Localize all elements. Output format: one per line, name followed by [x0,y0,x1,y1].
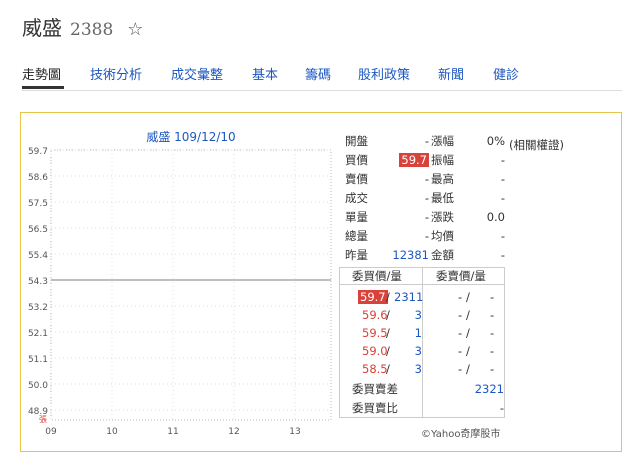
tab-dividend-policy[interactable]: 股利政策 [358,64,410,83]
bid-ask-diff-label: 委買賣差 [352,382,398,396]
bid-price-3: 59.5 [362,326,388,340]
tab-news[interactable]: 新聞 [438,64,464,83]
order-book: 委買價/量 委賣價/量 59.7 / 2311 59.6 / 3 59.5 / … [339,267,505,418]
quote-panel: 威盛 109/12/10 59.7 58.6 57.5 56.5 55.4 54.3 53.2… [20,112,622,452]
y-tick-label: 59.7 [28,147,48,157]
stock-header: 威盛 2388 ☆ [22,12,143,42]
bid-ask-diff-value: 2321 [474,382,504,396]
plot-border [50,149,332,421]
bid-price-5: 58.5 [362,362,388,376]
bid-slash-3: / [386,326,390,340]
x-tick-label: 13 [289,427,300,437]
tab-trade-summary[interactable]: 成交彙整 [171,64,223,83]
y-tick-label: 51.1 [28,355,48,365]
bid-price-highlight: 59.7 [399,153,429,167]
ask-price-2: - [458,308,463,322]
y-tick-label: 58.6 [28,173,48,183]
tab-bar: 走勢圖 技術分析 成交彙整 基本 籌碼 股利政策 新聞 健診 [22,60,622,91]
volume-unit-label: 張 [39,415,47,424]
bid-slash-1: / [386,290,390,304]
tab-basic[interactable]: 基本 [252,64,278,83]
ask-header: 委賣價/量 [436,269,486,283]
bid-slash-5: / [386,362,390,376]
ask-slash-4: / [466,344,470,358]
bid-vol-3: 1 [414,326,422,340]
x-tick-label: 10 [106,427,118,437]
ask-slash-3: / [466,326,470,340]
stock-name: 威盛 [22,16,62,40]
ask-vol-4: - [490,344,495,358]
ask-vol-3: - [490,326,495,340]
ask-price-5: - [458,362,463,376]
stock-code: 2388 [70,20,114,40]
x-tick-label: 11 [167,427,178,437]
ask-slash-5: / [466,362,470,376]
bid-slash-2: / [386,308,390,322]
bid-ask-ratio-label: 委買賣比 [352,401,398,415]
tab-chips[interactable]: 籌碼 [305,64,331,83]
tab-technical-analysis[interactable]: 技術分析 [90,64,142,83]
bid-header: 委買價/量 [352,269,402,283]
ask-slash-1: / [466,290,470,304]
bid-price-2: 59.6 [362,308,388,322]
ask-slash-2: / [466,308,470,322]
tab-health-check[interactable]: 健診 [493,64,519,83]
active-tab-indicator [22,86,64,89]
x-tick-label: 09 [45,427,57,437]
y-tick-label: 56.5 [28,225,48,235]
y-tick-label: 52.1 [28,329,48,339]
y-tick-label: 50.0 [28,381,48,391]
ask-price-3: - [458,326,463,340]
bid-vol-2: 3 [414,308,422,322]
ask-vol-5: - [490,362,495,376]
ask-price-1: - [458,290,463,304]
ask-vol-2: - [490,308,495,322]
x-tick-label: 12 [228,427,239,437]
bid-price-4: 59.0 [362,344,388,358]
yahoo-credit: ©Yahoo奇摩股市 [421,429,501,440]
bid-price-1: 59.7 [358,290,388,304]
y-tick-label: 57.5 [28,199,48,209]
ask-price-4: - [458,344,463,358]
intraday-chart: 威盛 109/12/10 59.7 58.6 57.5 56.5 55.4 54.3 53.2… [28,129,332,437]
tab-trend-chart[interactable]: 走勢圖 [22,64,61,83]
ask-vol-1: - [490,290,495,304]
related-warrants-link[interactable]: (相關權證) [509,137,564,153]
bid-vol-1: 2311 [394,290,424,304]
chart-title: 威盛 109/12/10 [146,129,235,144]
bid-vol-4: 3 [414,344,422,358]
y-tick-label: 54.3 [28,277,48,287]
bid-slash-4: / [386,344,390,358]
y-tick-label: 55.4 [28,251,48,261]
bid-vol-5: 3 [414,362,422,376]
star-outline-icon[interactable]: ☆ [127,19,143,40]
y-tick-label: 53.2 [28,303,48,313]
bid-ask-ratio-value: - [499,401,504,415]
